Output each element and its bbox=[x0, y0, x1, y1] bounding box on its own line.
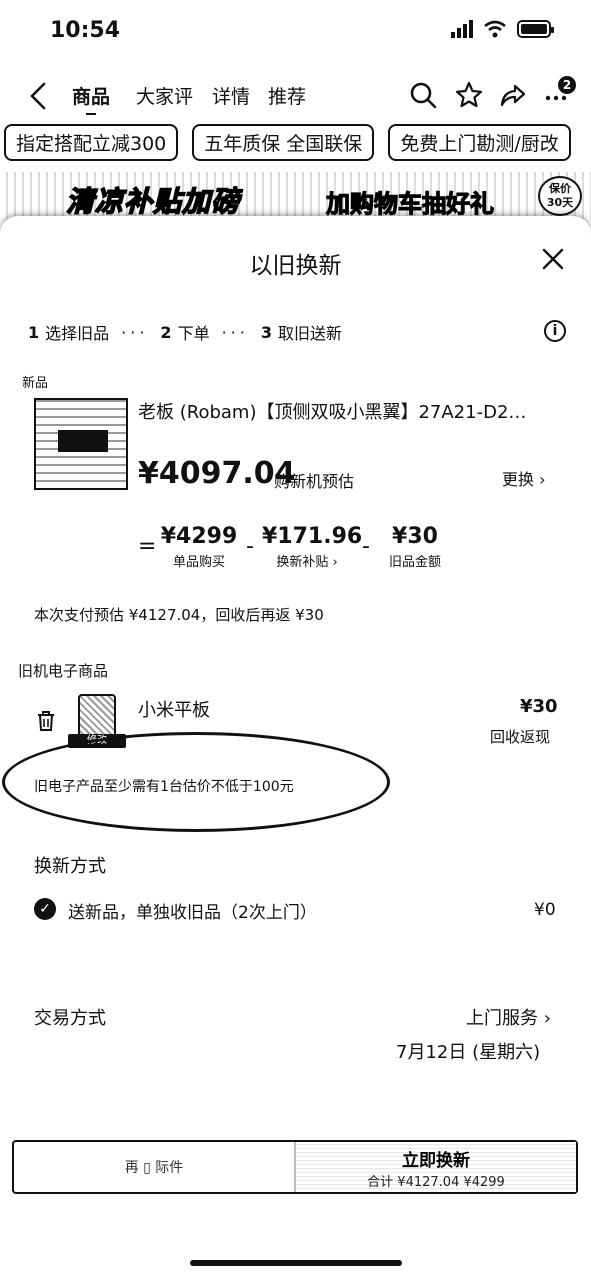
tab-details[interactable]: 详情 bbox=[212, 82, 250, 109]
step-2-label: 下单 bbox=[177, 324, 210, 343]
trade-in-total: 合计 ¥4127.04 ¥4299 bbox=[367, 1175, 505, 1190]
method-price: ¥0 bbox=[534, 900, 556, 920]
more-menu-button[interactable]: 2 bbox=[544, 76, 576, 110]
change-product-button[interactable]: 更换 › bbox=[502, 466, 546, 490]
trade-in-now-label: 立即换新 bbox=[402, 1151, 470, 1171]
step-3-num: 3 bbox=[260, 322, 272, 342]
step-1-label: 选择旧品 bbox=[45, 324, 110, 343]
step-3-label: 取旧送新 bbox=[277, 324, 342, 343]
old-item-desc: 回收返现 bbox=[490, 728, 551, 746]
wifi-icon bbox=[484, 20, 506, 38]
old-item-name: 小米平板 bbox=[138, 700, 210, 721]
trade-in-now-button[interactable]: 立即换新 合计 ¥4127.04 ¥4299 bbox=[294, 1142, 576, 1192]
unit-price: ¥4299 单品购买 bbox=[160, 524, 238, 570]
status-time: 10:54 bbox=[50, 18, 121, 43]
tab-reviews[interactable]: 大家评 bbox=[136, 82, 193, 109]
trade-in-steps: 1 选择旧品 ··· 2 下单 ··· 3 取旧送新 bbox=[28, 320, 342, 344]
check-icon[interactable]: ✓ bbox=[34, 898, 56, 920]
payment-estimate: 本次支付预估 ¥4127.04，回收后再返 ¥30 bbox=[34, 606, 324, 624]
product-name: 老板 (Robam)【顶侧双吸小黑翼】27A21-D2… bbox=[138, 402, 527, 423]
subsidy-desc: 换新补贴 › bbox=[276, 555, 338, 570]
info-icon[interactable]: i bbox=[544, 320, 566, 342]
old-items-label: 旧机电子商品 bbox=[18, 662, 109, 680]
chip-free-survey[interactable]: 免费上门勘测/厨改 bbox=[388, 124, 571, 161]
battery-icon bbox=[517, 20, 554, 38]
old-item-amount: ¥30 旧品金额 bbox=[382, 524, 448, 570]
secondary-action[interactable]: 再 ▯ 际件 bbox=[14, 1142, 294, 1192]
minus-sign: - bbox=[362, 534, 370, 559]
deal-title: 交易方式 bbox=[34, 1008, 106, 1029]
method-title: 换新方式 bbox=[34, 856, 106, 877]
step-1-num: 1 bbox=[28, 322, 40, 342]
favorite-star-icon[interactable] bbox=[454, 80, 484, 110]
product-thumbnail[interactable] bbox=[34, 398, 128, 490]
service-chips: 指定搭配立减300 五年质保 全国联保 免费上门勘测/厨改 bbox=[4, 124, 571, 161]
step-separator: ··· bbox=[121, 322, 149, 342]
min-value-warning: 旧电子产品至少需有1台估价不低于100元 bbox=[34, 779, 294, 795]
home-indicator[interactable] bbox=[190, 1260, 402, 1266]
product-nav-bar: 商品 大家评 详情 推荐 2 bbox=[0, 76, 591, 116]
unit-price-desc: 单品购买 bbox=[172, 555, 225, 570]
chip-bundle-discount[interactable]: 指定搭配立减300 bbox=[4, 124, 179, 161]
trash-icon[interactable] bbox=[36, 710, 56, 732]
close-icon[interactable] bbox=[540, 246, 566, 272]
banner-right-text: 加购物车抽好礼 bbox=[325, 189, 494, 218]
service-date[interactable]: 7月12日 (星期六) bbox=[396, 1038, 540, 1064]
new-price: ¥4097.04 bbox=[138, 456, 296, 491]
equals-sign: = bbox=[138, 534, 157, 559]
new-price-note: 购新机预估 bbox=[274, 472, 355, 491]
back-icon[interactable] bbox=[26, 80, 50, 112]
minus-sign: - bbox=[246, 534, 254, 559]
banner-left-text: 清凉补贴加磅 bbox=[65, 184, 241, 219]
unit-price-value: ¥4299 bbox=[160, 524, 238, 549]
tab-product[interactable]: 商品 bbox=[72, 82, 110, 115]
price-protection-seal: 保价 30天 bbox=[538, 176, 582, 216]
status-icons bbox=[451, 20, 554, 38]
step-separator: ··· bbox=[221, 322, 249, 342]
service-select[interactable]: 上门服务 › bbox=[466, 1004, 551, 1030]
tab-recommend[interactable]: 推荐 bbox=[268, 82, 306, 109]
sheet-title: 以旧换新 bbox=[249, 253, 342, 279]
trade-in-subsidy[interactable]: ¥171.96 换新补贴 › bbox=[262, 524, 363, 570]
old-amount-value: ¥30 bbox=[392, 524, 438, 549]
seal-line-1: 保价 bbox=[549, 182, 571, 195]
bottom-action-bar: 再 ▯ 际件 立即换新 合计 ¥4127.04 ¥4299 bbox=[12, 1140, 578, 1194]
seal-line-2: 30天 bbox=[546, 196, 574, 209]
old-item-price: ¥30 bbox=[520, 696, 558, 717]
method-option-label[interactable]: 送新品，单独收旧品（2次上门） bbox=[68, 898, 317, 923]
promo-banner[interactable]: 清凉补贴加磅 加购物车抽好礼 保价 30天 bbox=[0, 172, 591, 222]
old-amount-desc: 旧品金额 bbox=[388, 555, 441, 570]
search-icon[interactable] bbox=[408, 80, 438, 110]
subsidy-value: ¥171.96 bbox=[262, 524, 363, 549]
message-count-badge: 2 bbox=[558, 76, 576, 94]
signal-icon bbox=[451, 20, 473, 38]
new-product-label: 新品 bbox=[22, 376, 49, 391]
step-2-num: 2 bbox=[160, 322, 172, 342]
chip-warranty[interactable]: 五年质保 全国联保 bbox=[192, 124, 375, 161]
share-icon[interactable] bbox=[498, 80, 528, 110]
